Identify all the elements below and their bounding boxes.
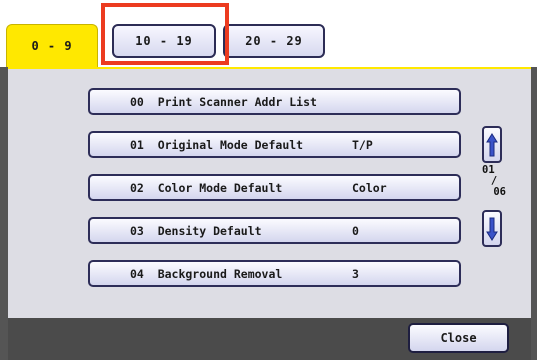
setting-label: 00 Print Scanner Addr List [130,95,317,109]
scroll-down-button[interactable] [482,210,502,247]
setting-row-01[interactable]: 01 Original Mode Default T/P [88,131,461,158]
setting-row-04[interactable]: 04 Background Removal 3 [88,260,461,287]
setting-row-02[interactable]: 02 Color Mode Default Color [88,174,461,201]
setting-label: 02 Color Mode Default [130,181,283,195]
setting-row-00[interactable]: 00 Print Scanner Addr List [88,88,461,115]
setting-label: 04 Background Removal [130,267,283,281]
right-border [531,67,537,360]
tab-0-9[interactable]: 0 - 9 [6,24,98,67]
arrow-down-icon [486,217,498,241]
tab-20-29[interactable]: 20 - 29 [223,24,325,58]
setting-value: Color [352,181,387,195]
left-border [0,67,8,360]
setting-row-03[interactable]: 03 Density Default 0 [88,217,461,244]
highlight-box [101,3,229,65]
close-button[interactable]: Close [408,323,509,353]
setting-label: 03 Density Default [130,224,262,238]
page-total: 06 [493,186,506,198]
setting-value: 3 [352,267,359,281]
page-indicator: 01 / 06 [482,165,506,209]
setting-label: 01 Original Mode Default [130,138,304,152]
arrow-up-icon [486,132,498,156]
scroll-up-button[interactable] [482,126,502,163]
setting-value: T/P [352,138,373,152]
setting-value: 0 [352,224,359,238]
